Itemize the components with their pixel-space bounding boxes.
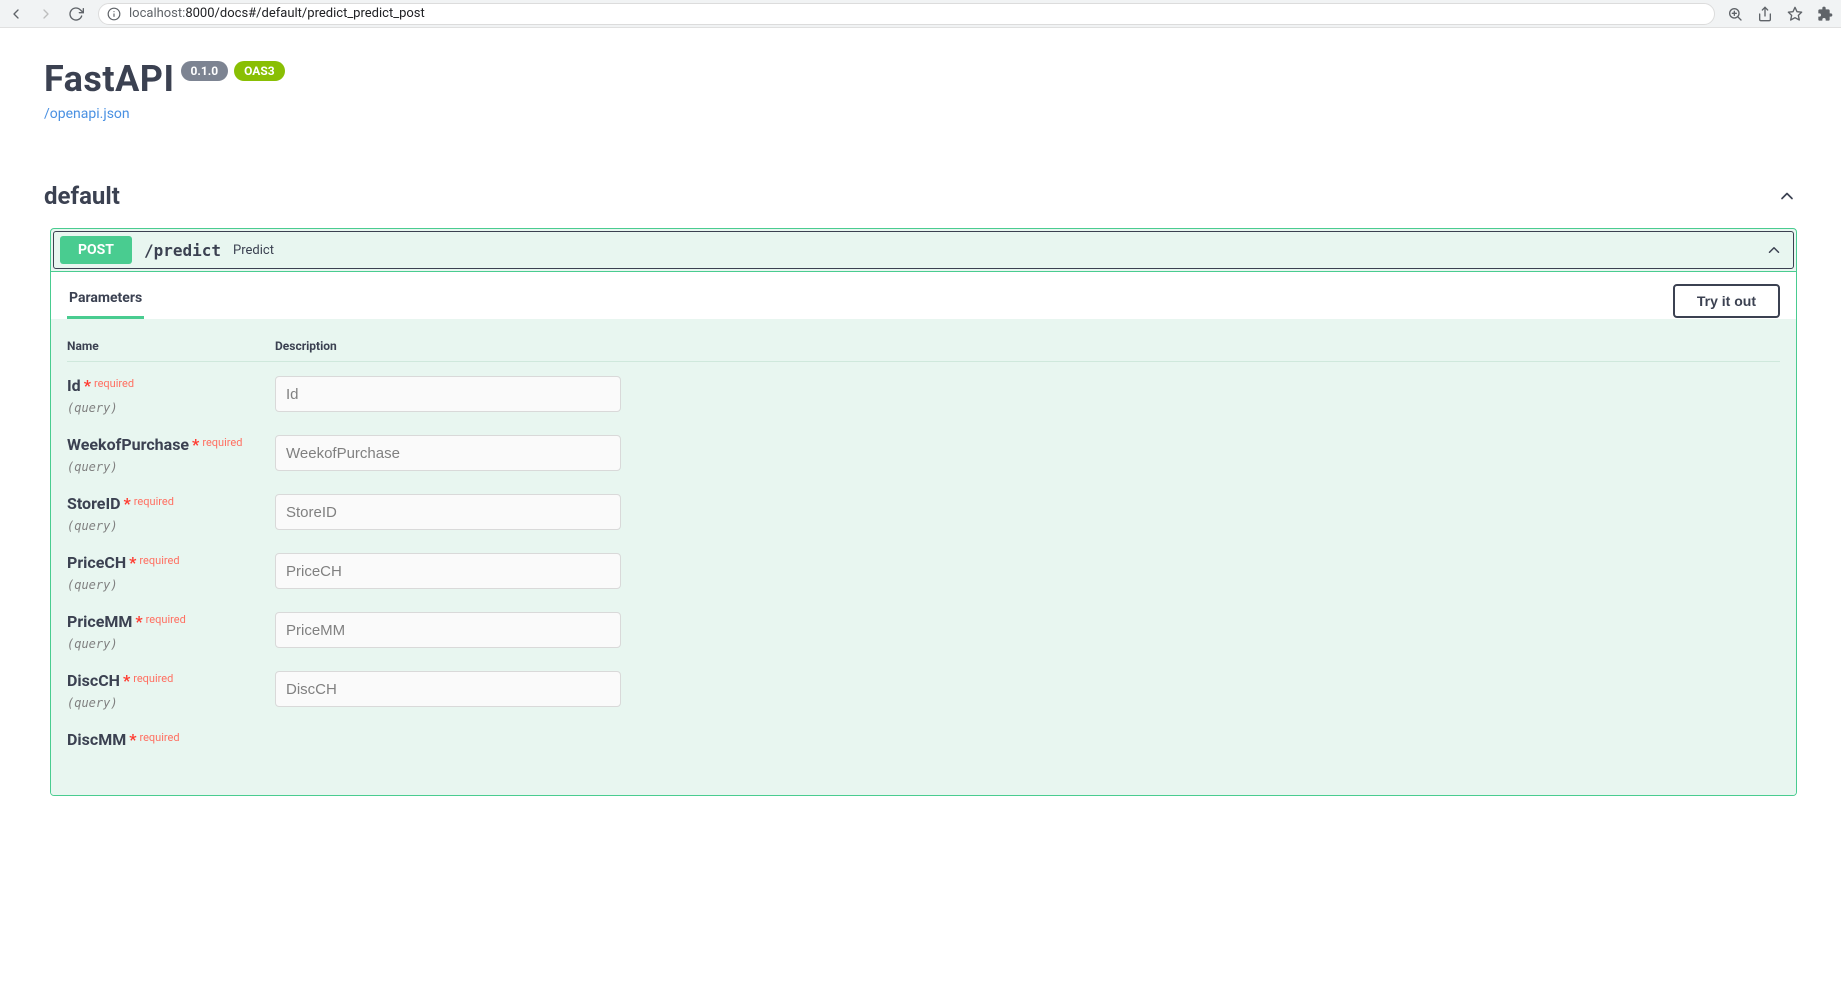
parameter-row: WeekofPurchase*required (query) bbox=[67, 421, 1780, 480]
param-location: (query) bbox=[67, 696, 275, 710]
required-star: * bbox=[129, 553, 136, 572]
required-star: * bbox=[124, 494, 131, 513]
parameter-row: PriceCH*required (query) bbox=[67, 539, 1780, 598]
param-input[interactable] bbox=[275, 376, 621, 412]
param-location: (query) bbox=[67, 460, 275, 474]
operation-summary-text: Predict bbox=[233, 243, 274, 258]
version-badge: 0.1.0 bbox=[181, 61, 229, 81]
param-location: (query) bbox=[67, 578, 275, 592]
openapi-link[interactable]: /openapi.json bbox=[44, 106, 130, 122]
api-title: FastAPI bbox=[44, 58, 175, 100]
operation-summary[interactable]: POST /predict Predict bbox=[53, 231, 1794, 269]
back-button[interactable] bbox=[8, 6, 24, 22]
method-badge: POST bbox=[60, 236, 132, 264]
required-label: required bbox=[134, 495, 174, 508]
required-label: required bbox=[146, 613, 186, 626]
required-star: * bbox=[135, 612, 142, 631]
param-input[interactable] bbox=[275, 435, 621, 471]
param-location: (query) bbox=[67, 401, 275, 415]
required-star: * bbox=[123, 671, 130, 690]
param-name: DiscMM bbox=[67, 730, 126, 749]
param-name: Id bbox=[67, 376, 81, 395]
required-label: required bbox=[202, 436, 242, 449]
share-icon[interactable] bbox=[1757, 6, 1773, 22]
section-title: default bbox=[44, 182, 120, 210]
forward-button[interactable] bbox=[38, 6, 54, 22]
parameter-row: DiscCH*required (query) bbox=[67, 657, 1780, 716]
parameter-row: StoreID*required (query) bbox=[67, 480, 1780, 539]
column-header-name: Name bbox=[67, 339, 275, 353]
required-star: * bbox=[192, 435, 199, 454]
parameter-row: PriceMM* required (query) bbox=[67, 598, 1780, 657]
param-name: PriceMM bbox=[67, 612, 132, 631]
star-icon[interactable] bbox=[1787, 6, 1803, 22]
required-star: * bbox=[129, 730, 136, 749]
zoom-icon[interactable] bbox=[1727, 6, 1743, 22]
extensions-icon[interactable] bbox=[1817, 6, 1833, 22]
required-label: required bbox=[139, 554, 179, 567]
param-name: StoreID bbox=[67, 494, 121, 513]
chevron-up-icon bbox=[1765, 241, 1787, 259]
param-name: PriceCH bbox=[67, 553, 126, 572]
oas-badge: OAS3 bbox=[234, 61, 285, 81]
browser-toolbar: localhost:8000/docs#/default/predict_pre… bbox=[0, 0, 1841, 28]
operation-block: POST /predict Predict Parameters Try it … bbox=[50, 228, 1797, 796]
required-label: required bbox=[139, 731, 179, 744]
parameter-row: DiscMM*required bbox=[67, 716, 1780, 755]
param-name: DiscCH bbox=[67, 671, 120, 690]
tab-parameters[interactable]: Parameters bbox=[67, 282, 144, 319]
site-info-icon[interactable] bbox=[107, 7, 121, 21]
operation-path: /predict bbox=[144, 241, 221, 260]
param-input[interactable] bbox=[275, 494, 621, 530]
param-input[interactable] bbox=[275, 612, 621, 648]
param-input[interactable] bbox=[275, 553, 621, 589]
reload-button[interactable] bbox=[68, 6, 84, 22]
url-text: localhost:8000/docs#/default/predict_pre… bbox=[129, 6, 1706, 21]
try-it-out-button[interactable]: Try it out bbox=[1673, 284, 1780, 318]
required-star: * bbox=[84, 376, 91, 395]
param-name: WeekofPurchase bbox=[67, 435, 189, 454]
required-label: required bbox=[133, 672, 173, 685]
param-input[interactable] bbox=[275, 671, 621, 707]
parameter-row: Id*required (query) bbox=[67, 362, 1780, 421]
section-header[interactable]: default bbox=[44, 182, 1797, 210]
column-header-description: Description bbox=[275, 339, 1780, 353]
chevron-up-icon bbox=[1777, 186, 1797, 206]
param-location: (query) bbox=[67, 637, 275, 651]
required-label: required bbox=[94, 377, 134, 390]
param-location: (query) bbox=[67, 519, 275, 533]
address-bar[interactable]: localhost:8000/docs#/default/predict_pre… bbox=[98, 3, 1715, 25]
